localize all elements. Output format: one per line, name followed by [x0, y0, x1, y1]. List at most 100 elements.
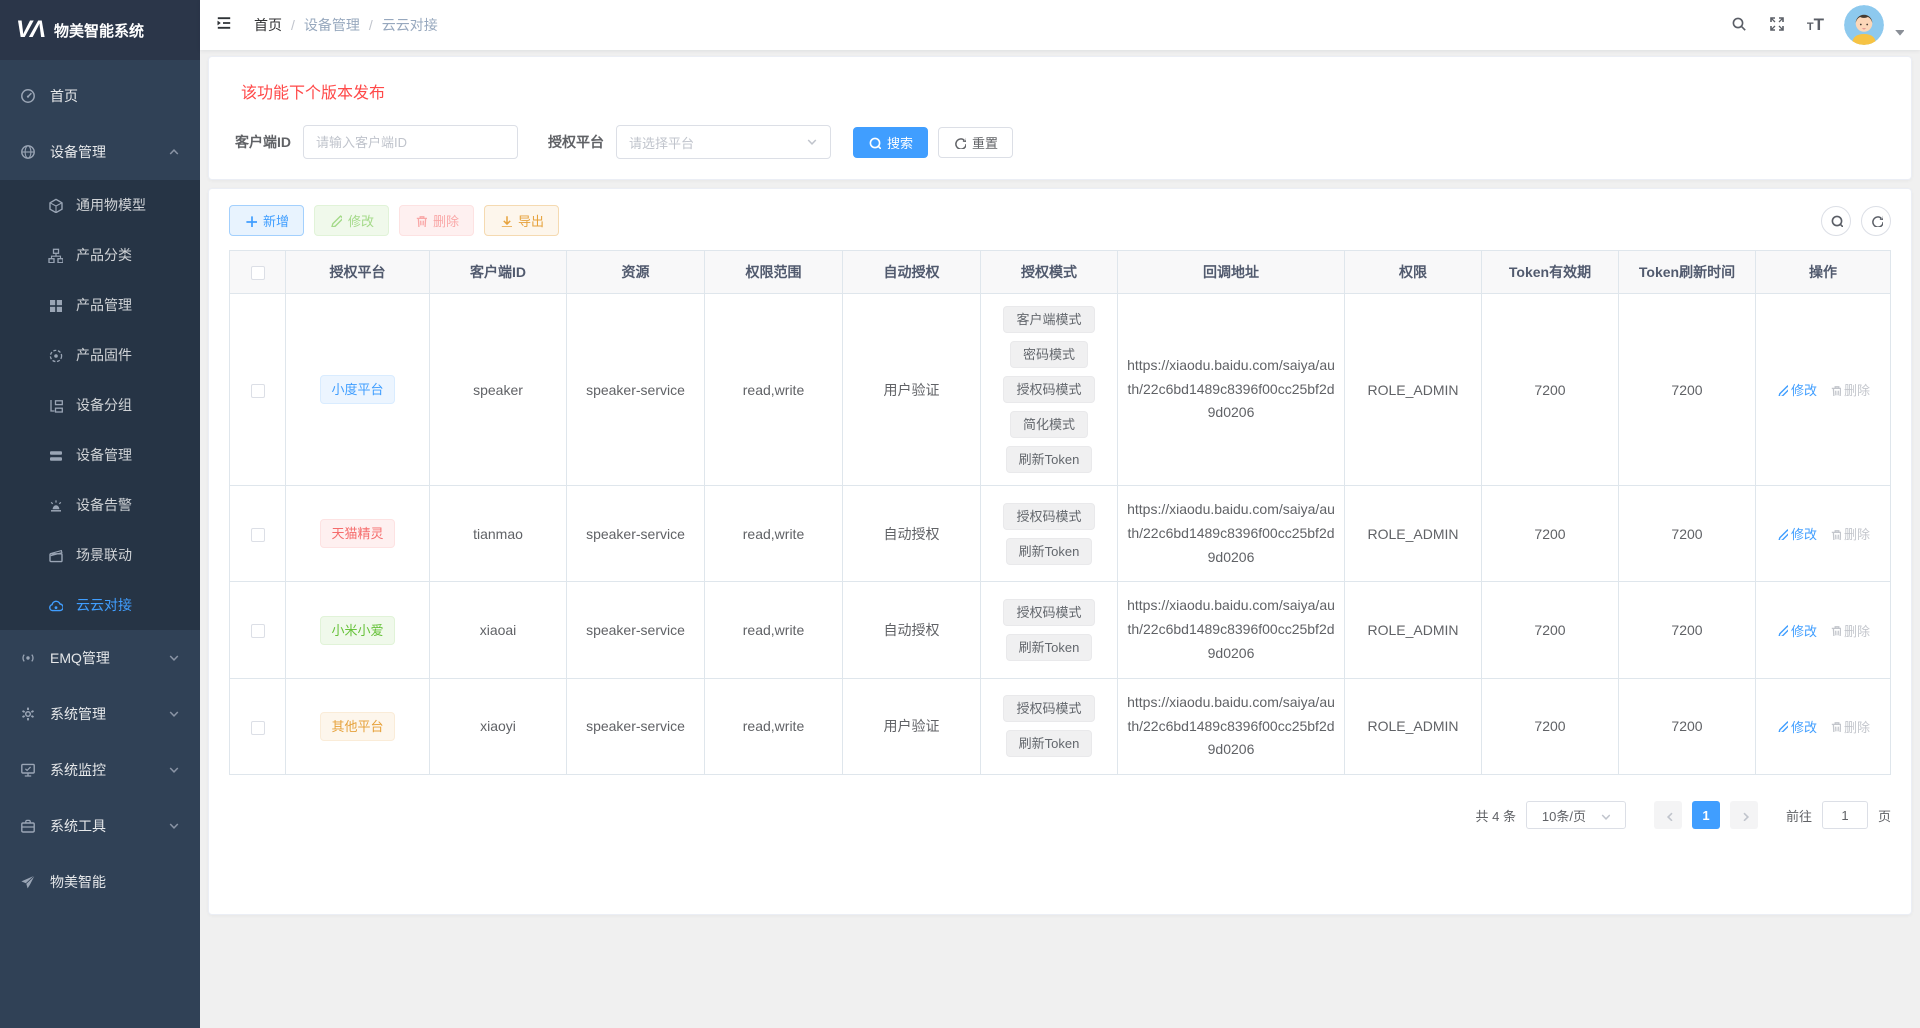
export-button[interactable]: 导出: [484, 205, 559, 236]
row-delete-label: 删除: [1844, 717, 1870, 736]
sidebar-group-system-monitor[interactable]: 系统监控: [0, 742, 200, 798]
breadcrumb-home[interactable]: 首页: [254, 15, 282, 35]
goto-page-input[interactable]: [1822, 801, 1868, 829]
cell-auto-auth: 自动授权: [843, 582, 981, 678]
add-button[interactable]: 新增: [229, 205, 304, 236]
sidebar-group-system-manage[interactable]: 系统管理: [0, 686, 200, 742]
sidebar-item-label: 产品固件: [76, 345, 132, 365]
row-delete-link[interactable]: 删除: [1829, 717, 1870, 736]
avatar[interactable]: [1844, 5, 1884, 45]
sidebar-item-cloud-cloud[interactable]: 云云对接: [0, 580, 200, 630]
row-delete-link[interactable]: 删除: [1829, 380, 1870, 399]
row-delete-link[interactable]: 删除: [1829, 621, 1870, 640]
sidebar-group-system-tools[interactable]: 系统工具: [0, 798, 200, 854]
trash-icon: [1829, 624, 1841, 636]
chevron-up-icon: [166, 144, 182, 160]
row-delete-link[interactable]: 删除: [1829, 524, 1870, 543]
sidebar-item-home[interactable]: 首页: [0, 68, 200, 124]
auth-mode-tags: 授权码模式 刷新Token: [989, 695, 1109, 757]
row-edit-link[interactable]: 修改: [1776, 524, 1817, 543]
page-size-value: 10条/页: [1542, 806, 1586, 825]
show-search-button[interactable]: [1821, 206, 1851, 236]
auth-platform-table: 授权平台 客户端ID 资源 权限范围 自动授权 授权模式 回调地址 权限 Tok…: [229, 250, 1891, 775]
chevron-left-icon: [1662, 809, 1674, 821]
sidebar-item-thing-model[interactable]: 通用物模型: [0, 180, 200, 230]
table-card: 新增 修改 删除 导出: [208, 188, 1912, 915]
edit-button-label: 修改: [348, 211, 374, 230]
firmware-icon: [48, 348, 63, 363]
mode-tag: 授权码模式: [1003, 695, 1094, 722]
user-menu[interactable]: [1844, 5, 1904, 45]
cell-client-id: xiaoyi: [430, 678, 567, 774]
edit-button[interactable]: 修改: [314, 205, 389, 236]
search-icon[interactable]: [1731, 16, 1749, 34]
sidebar-item-device-alert[interactable]: 设备告警: [0, 480, 200, 530]
cell-token-valid: 7200: [1482, 486, 1619, 582]
row-checkbox[interactable]: [251, 528, 265, 542]
trash-icon: [1829, 384, 1841, 396]
cell-scope: read,write: [705, 582, 843, 678]
pencil-icon: [1776, 528, 1788, 540]
row-delete-label: 删除: [1844, 524, 1870, 543]
mode-tag: 密码模式: [1010, 341, 1088, 368]
row-edit-link[interactable]: 修改: [1776, 380, 1817, 399]
row-edit-link[interactable]: 修改: [1776, 621, 1817, 640]
sidebar-item-product-manage[interactable]: 产品管理: [0, 280, 200, 330]
table-row: 其他平台 xiaoyi speaker-service read,write 用…: [230, 678, 1891, 774]
select-all-checkbox[interactable]: [251, 266, 265, 280]
sidebar-item-scene-linkage[interactable]: 场景联动: [0, 530, 200, 580]
row-edit-link[interactable]: 修改: [1776, 717, 1817, 736]
header-token-valid: Token有效期: [1482, 251, 1619, 294]
prev-page-button[interactable]: [1654, 801, 1682, 829]
fullscreen-icon[interactable]: [1769, 16, 1787, 34]
sidebar-group-emq[interactable]: EMQ管理: [0, 630, 200, 686]
search-icon: [1830, 214, 1843, 227]
reset-button[interactable]: 重置: [938, 127, 1013, 158]
breadcrumb-current: 云云对接: [382, 15, 438, 35]
sidebar-menu: 首页 设备管理 通用物模型 产品分类 产品管理: [0, 60, 200, 1028]
mode-tag: 授权码模式: [1003, 599, 1094, 626]
cell-scope: read,write: [705, 678, 843, 774]
row-delete-label: 删除: [1844, 621, 1870, 640]
mode-tag: 授权码模式: [1003, 376, 1094, 403]
client-id-input[interactable]: [303, 125, 518, 159]
delete-button[interactable]: 删除: [399, 205, 474, 236]
row-checkbox[interactable]: [251, 721, 265, 735]
platform-select[interactable]: 请选择平台: [616, 125, 831, 159]
font-size-icon[interactable]: TT: [1807, 15, 1824, 35]
table-row: 小米小爱 xiaoai speaker-service read,write 自…: [230, 582, 1891, 678]
page-size-select[interactable]: 10条/页: [1526, 801, 1626, 829]
app-title: 物美智能系统: [54, 20, 144, 41]
sidebar-submenu-device: 通用物模型 产品分类 产品管理 产品固件 设备分组: [0, 180, 200, 630]
caret-down-icon[interactable]: [1892, 25, 1904, 37]
cell-callback-url: https://xiaodu.baidu.com/saiya/auth/22c6…: [1118, 294, 1345, 486]
plus-icon: [244, 214, 257, 227]
export-button-label: 导出: [518, 211, 544, 230]
goto-label: 前往: [1786, 806, 1812, 825]
pencil-icon: [329, 214, 342, 227]
sidebar-item-product-firmware[interactable]: 产品固件: [0, 330, 200, 380]
trash-icon: [1829, 720, 1841, 732]
refresh-table-button[interactable]: [1861, 206, 1891, 236]
briefcase-icon: [20, 818, 36, 834]
sidebar-item-device-group[interactable]: 设备分组: [0, 380, 200, 430]
collapse-sidebar-icon[interactable]: [216, 15, 236, 35]
sidebar-item-label: 系统管理: [50, 704, 166, 724]
sidebar-item-device-manage[interactable]: 设备管理: [0, 430, 200, 480]
platform-tag: 天猫精灵: [320, 519, 394, 548]
breadcrumb-separator: /: [369, 17, 373, 33]
sidebar-item-wumei[interactable]: 物美智能: [0, 854, 200, 910]
sidebar-item-product-category[interactable]: 产品分类: [0, 230, 200, 280]
sidebar-group-device-manage[interactable]: 设备管理: [0, 124, 200, 180]
row-checkbox[interactable]: [251, 384, 265, 398]
cell-resource: speaker-service: [567, 294, 705, 486]
cell-resource: speaker-service: [567, 678, 705, 774]
row-checkbox[interactable]: [251, 624, 265, 638]
sidebar-item-label: EMQ管理: [50, 648, 166, 668]
paper-plane-icon: [20, 874, 36, 890]
page-number-button[interactable]: 1: [1692, 801, 1720, 829]
search-button[interactable]: 搜索: [853, 127, 928, 158]
header-checkbox-cell: [230, 251, 286, 294]
header-token-refresh: Token刷新时间: [1619, 251, 1756, 294]
next-page-button[interactable]: [1730, 801, 1758, 829]
